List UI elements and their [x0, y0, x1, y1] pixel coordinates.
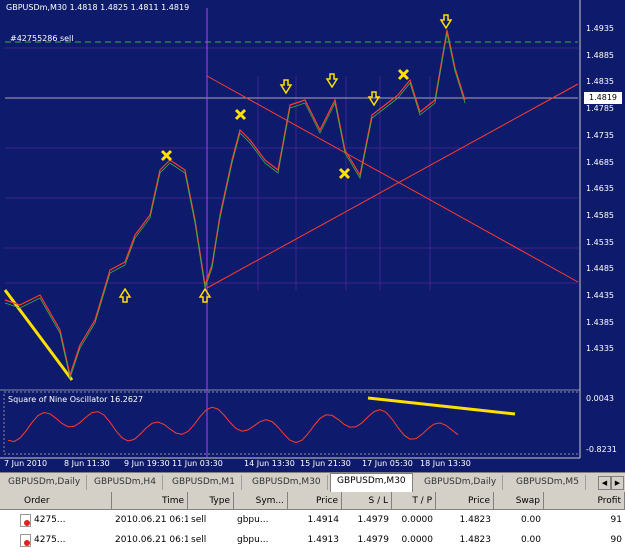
tab-gbpusdm-m30[interactable]: GBPUSDm,M30 [246, 475, 328, 490]
tab-scroll-right-icon[interactable]: ▶ [611, 476, 624, 490]
table-row[interactable]: 4275... 2010.06.21 06:13 sell gbpu... 1.4914… [0, 511, 625, 529]
price-series [4, 29, 466, 378]
date-tick: 15 Jun 21:30 [300, 459, 351, 468]
price-tick: 1.4685 [586, 157, 614, 167]
down-arrow-icon [325, 73, 339, 89]
column-header[interactable]: Type [188, 492, 234, 510]
date-tick: 8 Jun 11:30 [64, 459, 110, 468]
price-tick: 1.4435 [586, 291, 614, 300]
tab-gbpusdm-daily[interactable]: GBPUSDm,Daily [2, 475, 88, 490]
column-header[interactable]: Price [288, 492, 342, 510]
down-arrow-icon [439, 14, 453, 30]
table-cell: 91 [610, 515, 622, 525]
table-cell: 4275... [34, 515, 66, 525]
table-cell: 1.4979 [357, 535, 390, 545]
table-cell: gbpu... [237, 535, 269, 545]
table-cell: 2010.06.21 06:13 [115, 535, 188, 545]
orders-table: Order Time Type Sym... Price S / LT / P Price S… [0, 492, 625, 553]
table-cell: 1.4979 [357, 515, 390, 525]
date-tick: 17 Jun 05:30 [362, 459, 413, 468]
oscillator-tick: 0.0043 [586, 394, 614, 403]
price-chart[interactable]: GBPUSDm,M30 1.4818 1.4825 1.4811 1.4819 … [0, 0, 625, 472]
date-tick: 11 Jun 03:30 [172, 459, 223, 468]
column-header[interactable]: Price [436, 492, 494, 510]
price-tick: 1.4885 [586, 50, 614, 60]
column-header[interactable]: Swap [494, 492, 544, 510]
trend-line-down[interactable] [206, 75, 579, 283]
column-header[interactable]: T / P [392, 492, 436, 510]
order-label: #42755286 sell [10, 34, 74, 43]
table-cell: 1.4823 [459, 515, 492, 525]
price-series-secondary [4, 32, 466, 380]
table-cell: 1.4823 [459, 535, 492, 545]
table-cell: 0.0000 [401, 535, 434, 545]
column-header[interactable]: Sym... [234, 492, 288, 510]
price-tick: 1.4535 [586, 237, 614, 247]
price-tick: 1.4585 [586, 210, 614, 220]
price-tick: 1.4735 [586, 130, 614, 140]
date-tick: 7 Jun 2010 [4, 459, 48, 468]
x-marker [338, 167, 351, 180]
tab-gbpusdm-m30[interactable]: GBPUSDm,M30 [330, 473, 413, 492]
date-tick: 14 Jun 13:30 [244, 459, 295, 468]
table-cell: 2010.06.21 06:13 [115, 515, 188, 525]
price-tick: 1.4935 [586, 24, 614, 33]
current-price-badge: 1.4819 [584, 92, 622, 104]
table-cell: sell [191, 515, 207, 525]
tab-gbpusdm-m5[interactable]: GBPUSDm,M5 [510, 475, 586, 490]
column-header[interactable]: Order [0, 492, 112, 510]
column-header[interactable]: Profit [544, 492, 625, 510]
x-marker [234, 108, 247, 121]
column-header[interactable]: S / L [342, 492, 392, 510]
trend-line-up[interactable] [206, 83, 579, 289]
chart-title: GBPUSDm,M30 1.4818 1.4825 1.4811 1.4819 [6, 3, 190, 12]
table-cell: 0.00 [520, 515, 541, 525]
price-tick: 1.4485 [586, 264, 614, 274]
up-arrow-icon [118, 287, 132, 303]
date-tick: 9 Jun 19:30 [124, 459, 170, 468]
down-arrow-icon [279, 79, 293, 95]
price-tick: 1.4785 [586, 104, 614, 114]
column-header[interactable]: Time [112, 492, 188, 510]
oscillator-tick: -0.8231 [586, 445, 617, 454]
oscillator-label: Square of Nine Oscillator 16.2627 [8, 395, 144, 404]
chart-tabs: GBPUSDm,Daily GBPUSDm,H4 GBPUSDm,M1 GBPUSDm… [0, 472, 625, 492]
price-tick: 1.4835 [586, 77, 614, 87]
oscillator-trend-line[interactable] [367, 396, 516, 416]
x-marker [397, 68, 410, 81]
tab-scroll-left-icon[interactable]: ◀ [598, 476, 611, 490]
price-tick: 1.4335 [586, 344, 614, 354]
x-marker [160, 149, 173, 162]
table-cell: 1.4914 [307, 515, 340, 525]
tab-gbpusdm-h4[interactable]: GBPUSDm,H4 [88, 475, 163, 490]
table-row[interactable]: 4275... 2010.06.21 06:13 sell gbpu... 1.4913… [0, 531, 625, 549]
price-tick: 1.4635 [586, 184, 614, 194]
oscillator-series [7, 406, 459, 444]
table-cell: 0.0000 [401, 515, 434, 525]
up-arrow-icon [198, 287, 212, 303]
tab-gbpusdm-m1[interactable]: GBPUSDm,M1 [166, 475, 242, 490]
date-tick: 18 Jun 13:30 [420, 459, 471, 468]
price-tick: 1.4385 [586, 317, 614, 327]
table-cell: gbpu... [237, 515, 269, 525]
tab-gbpusdm-daily[interactable]: GBPUSDm,Daily [418, 475, 504, 490]
table-cell: 90 [610, 535, 622, 545]
table-cell: 0.00 [520, 535, 541, 545]
table-cell: sell [191, 535, 207, 545]
table-cell: 1.4913 [307, 535, 340, 545]
table-cell: 4275... [34, 535, 66, 545]
